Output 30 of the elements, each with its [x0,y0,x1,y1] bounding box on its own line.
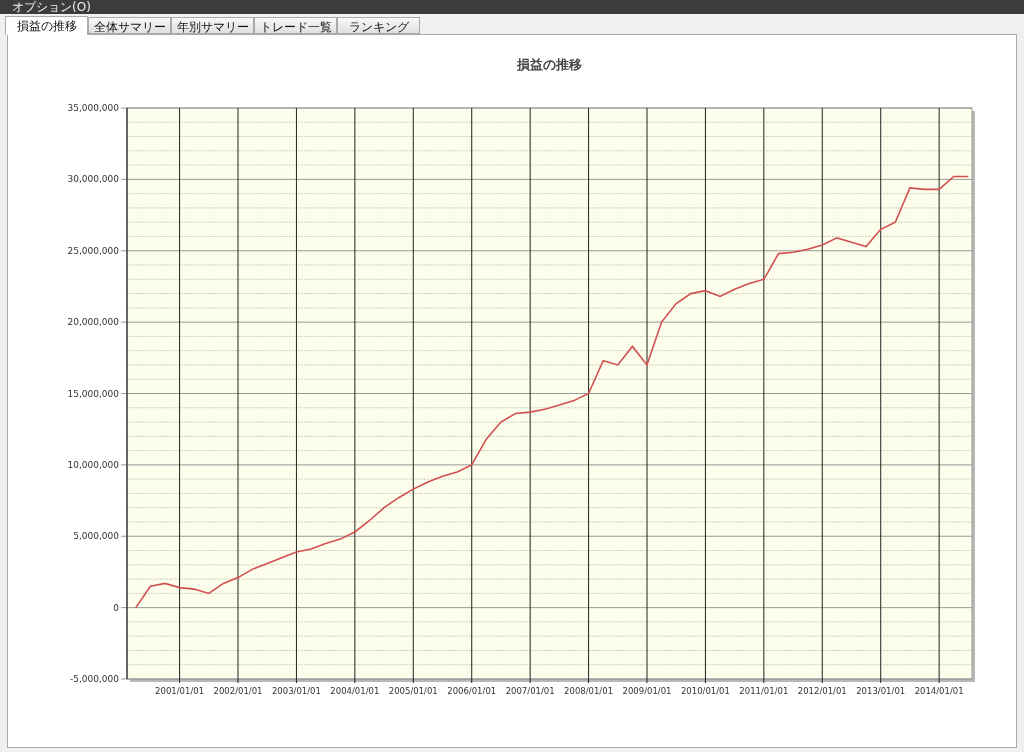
tab[interactable]: ランキング [337,17,420,34]
x-axis-label: 2003/01/01 [271,686,321,696]
x-axis-label: 2014/01/01 [914,686,964,696]
y-axis-label: -5,000,000 [69,674,119,684]
x-axis-label: 2006/01/01 [447,686,497,696]
x-axis-label: 2010/01/01 [680,686,730,696]
x-axis-label: 2004/01/01 [330,686,380,696]
y-axis-label: 15,000,000 [67,388,119,399]
x-axis-label: 2008/01/01 [564,686,614,696]
y-axis-label: 0 [113,602,119,613]
tab[interactable]: トレード一覧 [254,17,337,34]
x-axis-label: 2011/01/01 [739,686,789,696]
tab[interactable]: 年別サマリー [171,17,254,34]
y-axis-label: 10,000,000 [67,459,119,470]
chart-title: 損益の推移 [517,57,582,72]
x-axis-label: 2007/01/01 [505,686,555,696]
y-axis-label: 35,000,000 [67,103,119,113]
x-axis-label: 2001/01/01 [155,686,205,696]
y-axis-label: 5,000,000 [73,531,119,542]
x-axis-label: 2013/01/01 [856,686,906,696]
y-axis-label: 20,000,000 [67,317,119,328]
x-axis-label: 2005/01/01 [388,686,438,696]
y-axis-label: 25,000,000 [67,245,119,256]
y-axis-label: 30,000,000 [67,174,119,185]
x-axis-label: 2009/01/01 [622,686,672,696]
tab[interactable]: 損益の推移 [5,16,88,35]
x-axis-label: 2012/01/01 [797,686,847,696]
menu-item[interactable]: オプション(O) [12,1,91,13]
tab[interactable]: 全体サマリー [88,17,171,34]
x-axis-label: 2002/01/01 [213,686,263,696]
